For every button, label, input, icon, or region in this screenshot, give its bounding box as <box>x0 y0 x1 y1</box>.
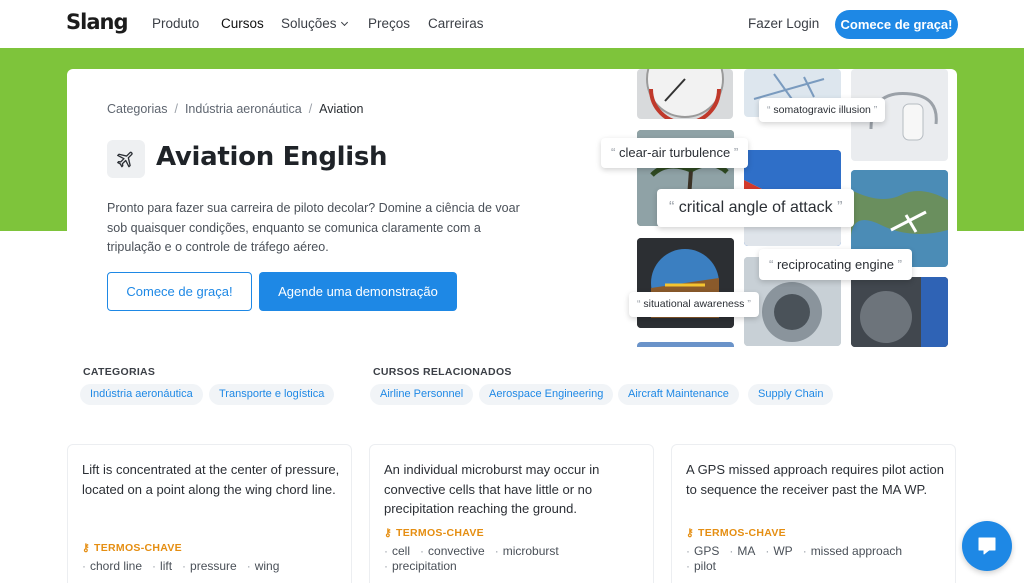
phrase-text: somatogravic illusion <box>773 104 871 116</box>
keywords-label-text: TERMOS-CHAVE <box>396 527 484 539</box>
categories-label: CATEGORIAS <box>83 366 156 378</box>
keyword: microburst <box>495 544 559 558</box>
keywords-label: ⚷ TERMOS-CHAVE <box>686 527 786 539</box>
nav-link-solucoes-label: Soluções <box>281 16 337 31</box>
keywords-label-text: TERMOS-CHAVE <box>698 527 786 539</box>
phrase-chip: “ clear-air turbulence ” <box>601 138 749 168</box>
example-sentence: Lift is concentrated at the center of pr… <box>82 462 340 497</box>
breadcrumb-categorias[interactable]: Categorias <box>107 102 167 116</box>
chevron-down-icon <box>340 18 348 27</box>
page-title: Aviation English <box>156 142 388 172</box>
breadcrumb-current: Aviation <box>319 102 364 116</box>
keyword: lift <box>152 559 172 573</box>
related-course-tag[interactable]: Aircraft Maintenance <box>618 384 739 405</box>
key-icon: ⚷ <box>82 542 90 554</box>
login-link[interactable]: Fazer Login <box>748 16 819 31</box>
engine-maintenance-image <box>851 277 948 347</box>
related-course-tag[interactable]: Aerospace Engineering <box>479 384 614 405</box>
phrase-chip: “ somatogravic illusion ” <box>759 98 886 122</box>
example-card[interactable]: An individual microburst may occur in co… <box>369 444 654 583</box>
chat-button[interactable] <box>962 521 1012 571</box>
phrase-text: clear-air turbulence <box>618 145 731 160</box>
related-courses-label: CURSOS RELACIONADOS <box>373 366 512 378</box>
schedule-demo-button[interactable]: Agende uma demonstração <box>259 272 457 311</box>
course-description: Pronto para fazer sua carreira de piloto… <box>107 201 520 254</box>
example-card[interactable]: A GPS missed approach requires pilot act… <box>671 444 956 583</box>
keyword: MA <box>729 544 755 558</box>
chat-bubble-icon <box>978 537 996 555</box>
airplane-icon <box>107 140 145 178</box>
phrase-text: reciprocating engine <box>776 257 895 272</box>
phrase-text: situational awareness <box>643 298 745 310</box>
nav-link-produto[interactable]: Produto <box>152 16 199 31</box>
nav-link-precos[interactable]: Preços <box>368 16 410 31</box>
nav-link-carreiras[interactable]: Carreiras <box>428 16 484 31</box>
nav-link-solucoes[interactable]: Soluções <box>281 16 348 31</box>
related-course-tag[interactable]: Airline Personnel <box>370 384 474 405</box>
breadcrumb-separator: / <box>308 102 313 116</box>
keyword: pilot <box>686 559 716 573</box>
keyword: pressure <box>182 559 237 573</box>
keyword: wing <box>247 559 280 573</box>
keywords-label-text: TERMOS-CHAVE <box>94 542 182 554</box>
keyword: missed approach <box>803 544 902 558</box>
phrase-chip: “ critical angle of attack ” <box>657 189 855 227</box>
gauge-image <box>637 69 733 119</box>
signup-button[interactable]: Comece de graça! <box>835 10 958 39</box>
phrase-text: critical angle of attack <box>678 199 833 216</box>
sky-image <box>637 342 734 347</box>
keyword: chord line <box>82 559 142 573</box>
keywords-label: ⚷ TERMOS-CHAVE <box>82 542 182 554</box>
breadcrumb-separator: / <box>174 102 178 116</box>
keyword: WP <box>765 544 792 558</box>
breadcrumb: Categorias / Indústria aeronáutica / Aviatio… <box>107 102 363 116</box>
keyword: GPS <box>686 544 719 558</box>
slang-logo[interactable]: Slang <box>66 10 128 34</box>
key-icon: ⚷ <box>384 527 392 539</box>
start-free-button[interactable]: Comece de graça! <box>107 272 252 311</box>
keyword-list: chord line lift pressure wing <box>82 559 340 574</box>
related-course-tag[interactable]: Supply Chain <box>748 384 834 405</box>
example-sentence: A GPS missed approach requires pilot act… <box>686 462 944 497</box>
top-navigation: Slang Produto Cursos Soluções Preços Car… <box>0 0 1024 48</box>
category-tag[interactable]: Indústria aeronáutica <box>80 384 203 405</box>
breadcrumb-industria[interactable]: Indústria aeronáutica <box>185 102 302 116</box>
keyword-list: GPS MA WP missed approach pilot <box>686 544 944 574</box>
nav-link-cursos[interactable]: Cursos <box>221 16 264 31</box>
example-card[interactable]: Lift is concentrated at the center of pr… <box>67 444 352 583</box>
keyword: cell <box>384 544 410 558</box>
keywords-label: ⚷ TERMOS-CHAVE <box>384 527 484 539</box>
phrase-chip: “ reciprocating engine ” <box>759 249 912 280</box>
keyword-list: cell convective microburst precipitation <box>384 544 642 574</box>
keyword: precipitation <box>384 559 457 573</box>
keyword: convective <box>420 544 485 558</box>
key-icon: ⚷ <box>686 527 694 539</box>
category-tag[interactable]: Transporte e logística <box>209 384 335 405</box>
example-sentence: An individual microburst may occur in co… <box>384 462 600 516</box>
phrase-chip: “ situational awareness ” <box>629 292 759 317</box>
